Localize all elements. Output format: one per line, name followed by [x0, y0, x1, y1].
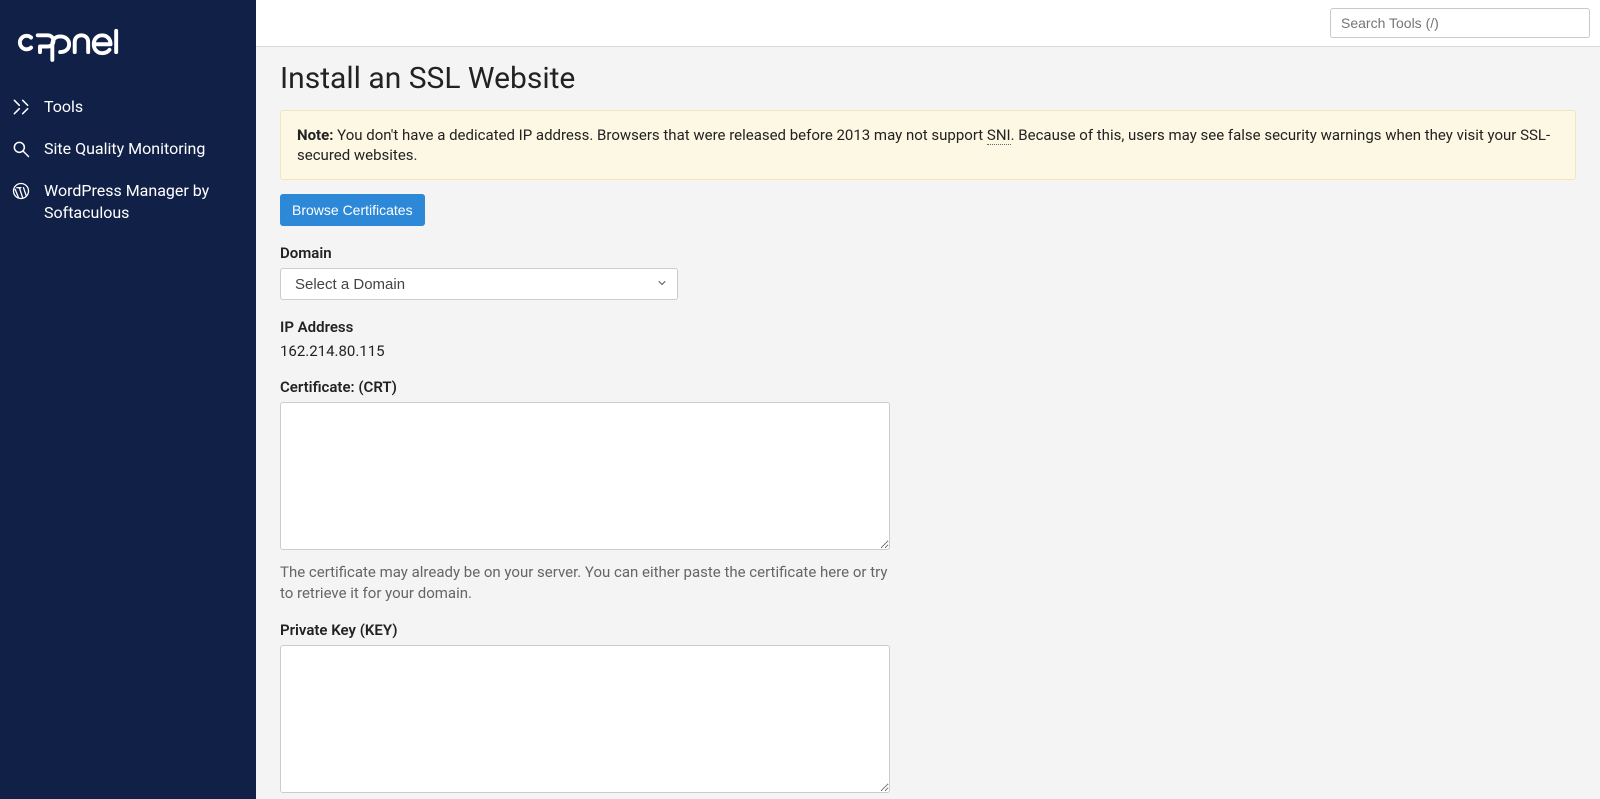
topbar	[256, 0, 1600, 47]
sidebar: Tools Site Quality Monitoring WordPress …	[0, 0, 256, 799]
brand-logo[interactable]	[0, 0, 256, 86]
ip-label: IP Address	[280, 318, 1576, 336]
tools-icon	[10, 96, 32, 118]
search-input[interactable]	[1330, 8, 1590, 38]
crt-label: Certificate: (CRT)	[280, 378, 1576, 396]
browse-certificates-button[interactable]: Browse Certificates	[280, 194, 425, 226]
main-area: Install an SSL Website Note: You don't h…	[256, 0, 1600, 799]
ip-group: IP Address 162.214.80.115	[280, 318, 1576, 360]
domain-select-wrap: Select a Domain	[280, 268, 678, 300]
search-icon	[10, 138, 32, 160]
key-group: Private Key (KEY) The private key may al…	[280, 621, 1576, 799]
sidebar-item-wordpress-manager[interactable]: WordPress Manager by Softaculous	[10, 170, 246, 233]
ip-value: 162.214.80.115	[280, 342, 1576, 360]
key-textarea[interactable]	[280, 645, 890, 793]
crt-help: The certificate may already be on your s…	[280, 562, 890, 603]
crt-textarea[interactable]	[280, 402, 890, 550]
note-label: Note:	[297, 126, 333, 144]
page-title: Install an SSL Website	[280, 61, 1576, 96]
domain-group: Domain Select a Domain	[280, 244, 1576, 300]
sni-abbr: SNI	[987, 126, 1011, 145]
sidebar-item-site-quality[interactable]: Site Quality Monitoring	[10, 128, 246, 170]
sidebar-item-label: Tools	[44, 96, 246, 118]
sidebar-item-label: WordPress Manager by Softaculous	[44, 180, 246, 223]
note-text-before: You don't have a dedicated IP address. B…	[333, 126, 986, 144]
note-alert: Note: You don't have a dedicated IP addr…	[280, 110, 1576, 181]
nav-list: Tools Site Quality Monitoring WordPress …	[0, 86, 256, 233]
wordpress-icon	[10, 180, 32, 202]
key-label: Private Key (KEY)	[280, 621, 1576, 639]
sidebar-item-tools[interactable]: Tools	[10, 86, 246, 128]
sidebar-item-label: Site Quality Monitoring	[44, 138, 246, 160]
content: Install an SSL Website Note: You don't h…	[256, 47, 1600, 799]
crt-group: Certificate: (CRT) The certificate may a…	[280, 378, 1576, 603]
domain-label: Domain	[280, 244, 1576, 262]
domain-select[interactable]: Select a Domain	[280, 268, 678, 300]
